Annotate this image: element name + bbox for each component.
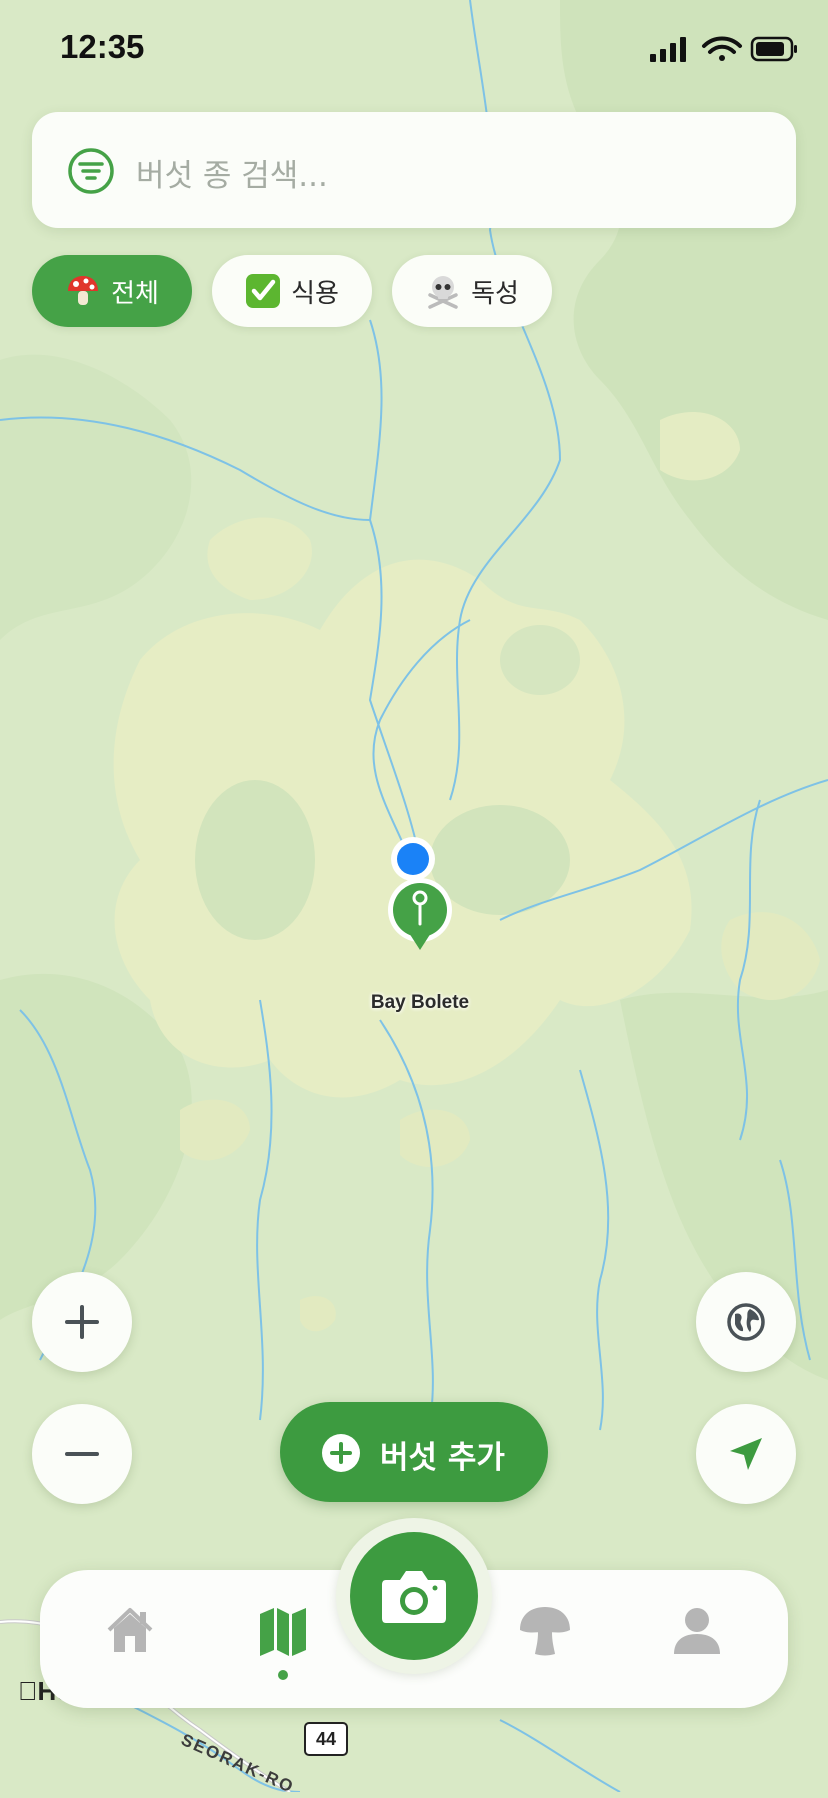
search-input[interactable]: 버섯 종 검색... [136, 150, 328, 195]
profile-icon [674, 1608, 720, 1654]
location-arrow-icon [730, 1438, 762, 1470]
user-location-dot [391, 837, 435, 881]
camera-button-ring [336, 1518, 492, 1674]
chip-poisonous[interactable]: 독성 [392, 255, 552, 327]
plus-circle-icon [322, 1434, 360, 1472]
check-mark-icon [246, 274, 281, 308]
camera-icon [382, 1571, 446, 1623]
status-time: 12:35 [60, 28, 145, 65]
wifi-icon [702, 36, 742, 61]
tab-profile[interactable] [662, 1600, 732, 1670]
tab-home[interactable] [95, 1600, 165, 1670]
add-mushroom-button[interactable]: 버섯 추가 [280, 1402, 548, 1502]
chip-edible-label: 식용 [291, 278, 339, 309]
plus-icon [65, 1305, 99, 1339]
chip-all-label: 전체 [111, 278, 159, 309]
locate-me-button[interactable] [696, 1404, 796, 1504]
tab-mushrooms[interactable] [510, 1600, 580, 1670]
road-number-shield: 44 [304, 1722, 348, 1756]
home-icon [107, 1608, 153, 1652]
signal-icon [650, 37, 686, 62]
camera-button[interactable] [350, 1532, 478, 1660]
skull-crossbones-icon [428, 276, 458, 309]
pin-label[interactable]: Bay Bolete [340, 992, 500, 1014]
mushroom-emoji-icon [68, 276, 99, 305]
add-mushroom-label: 버섯 추가 [380, 1440, 505, 1476]
chip-poisonous-label: 독성 [471, 278, 519, 309]
battery-icon [750, 36, 797, 62]
chip-edible[interactable]: 식용 [212, 255, 372, 327]
zoom-out-button[interactable] [32, 1404, 132, 1504]
search-bar[interactable]: 버섯 종 검색... [32, 112, 796, 228]
map-style-button[interactable] [696, 1272, 796, 1372]
zoom-in-button[interactable] [32, 1272, 132, 1372]
tab-map[interactable] [248, 1600, 318, 1680]
status-icons [650, 36, 797, 62]
minus-icon [65, 1452, 99, 1456]
chip-all[interactable]: 전체 [32, 255, 192, 327]
mushroom-icon [520, 1607, 570, 1656]
status-bar: 12:35 [0, 0, 828, 100]
filter-icon[interactable] [68, 148, 114, 194]
map-icon [260, 1608, 306, 1656]
globe-icon [727, 1303, 765, 1341]
active-tab-indicator [278, 1670, 288, 1680]
apple-logo-icon:  [18, 1676, 38, 1706]
